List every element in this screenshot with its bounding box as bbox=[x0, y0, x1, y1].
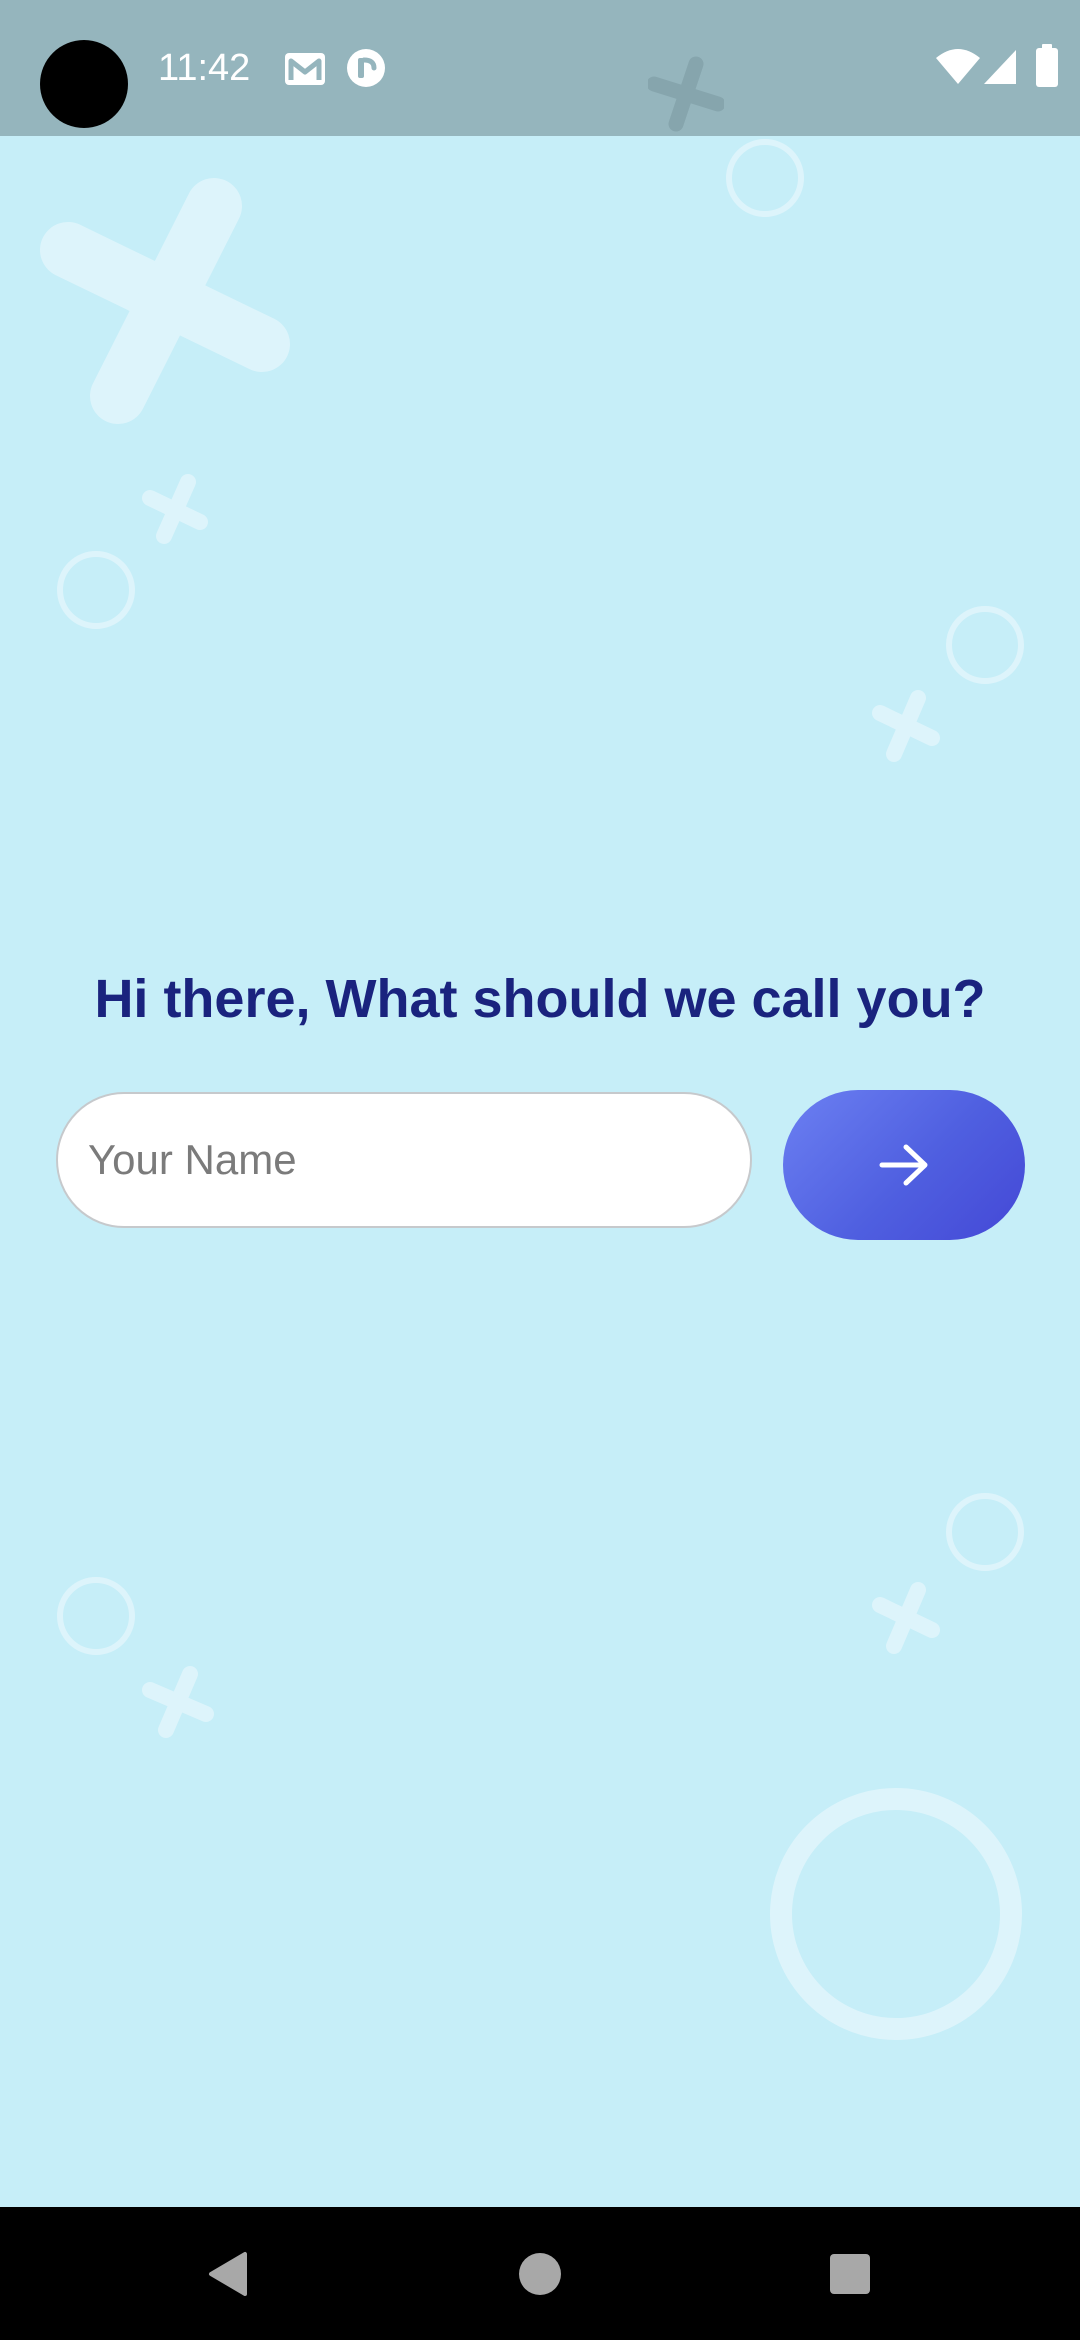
large-circle-decoration bbox=[770, 1788, 1022, 2040]
next-button[interactable] bbox=[783, 1090, 1025, 1240]
small-cross-decoration bbox=[142, 1682, 214, 1722]
wifi-icon bbox=[936, 49, 980, 84]
circle-decoration bbox=[57, 1577, 135, 1655]
small-cross-decoration bbox=[142, 490, 208, 530]
back-icon bbox=[209, 2251, 247, 2296]
battery-icon bbox=[1036, 44, 1058, 87]
cellular-signal-icon bbox=[984, 50, 1016, 84]
large-cross-decoration bbox=[40, 222, 290, 372]
status-bar: 11:42 bbox=[0, 0, 1080, 136]
name-input[interactable] bbox=[56, 1092, 752, 1228]
greeting-prompt: Hi there, What should we call you? bbox=[94, 969, 986, 1029]
arrow-right-icon bbox=[879, 1144, 928, 1186]
nav-recents-button[interactable] bbox=[780, 2207, 920, 2340]
circle-decoration bbox=[726, 139, 804, 217]
status-time: 11:42 bbox=[158, 47, 251, 89]
nav-back-button[interactable] bbox=[157, 2207, 297, 2340]
home-icon bbox=[519, 2252, 561, 2295]
nav-home-button[interactable] bbox=[470, 2207, 610, 2340]
circle-decoration bbox=[57, 551, 135, 629]
small-cross-decoration bbox=[872, 1597, 940, 1638]
gmail-icon bbox=[285, 53, 325, 85]
app-notification-icon bbox=[347, 49, 385, 87]
camera-cutout bbox=[40, 40, 128, 128]
circle-decoration bbox=[946, 1493, 1024, 1571]
circle-decoration bbox=[946, 606, 1024, 684]
small-cross-decoration bbox=[872, 705, 940, 746]
recents-icon bbox=[830, 2253, 870, 2294]
cross-decoration bbox=[648, 56, 724, 132]
system-navigation-bar bbox=[0, 2207, 1080, 2340]
